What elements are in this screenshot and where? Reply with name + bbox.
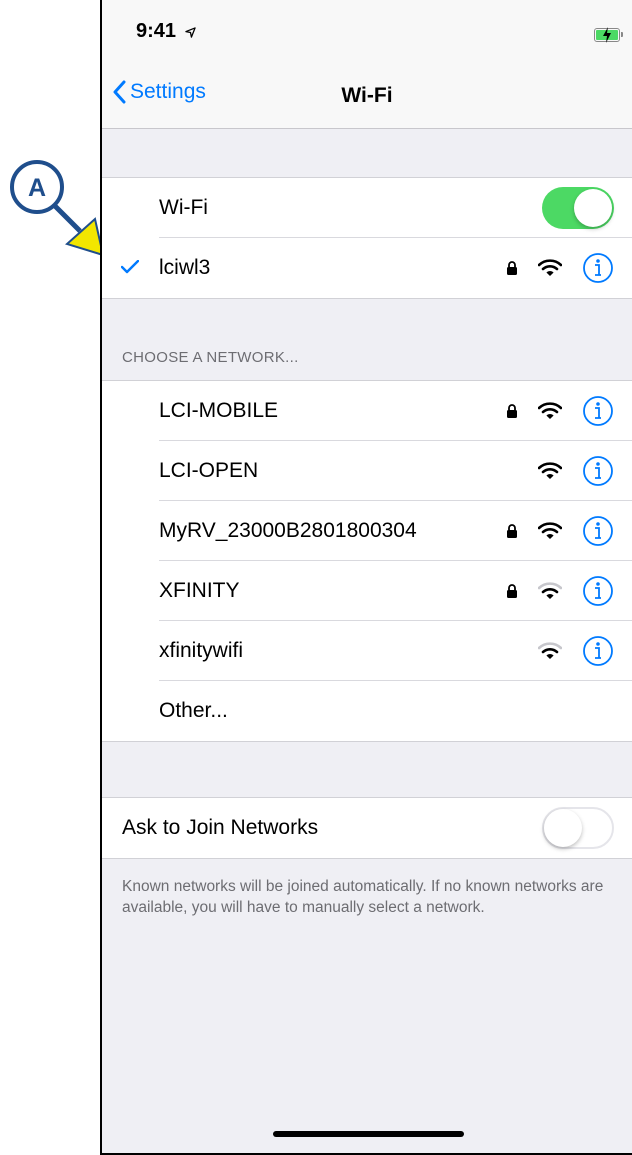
network-row[interactable]: LCI-OPEN	[102, 441, 632, 501]
footer-text: Known networks will be joined automatica…	[122, 878, 604, 916]
page-title: Wi-Fi	[341, 84, 393, 107]
network-row[interactable]: XFINITY	[102, 561, 632, 621]
connected-network-name: lciwl3	[159, 256, 211, 279]
home-indicator[interactable]	[273, 1131, 464, 1137]
phone-screen: 9:41 Settings Wi-Fi Wi-Fi lciwl3 CHOOSE …	[100, 0, 632, 1155]
battery-icon	[594, 27, 623, 43]
info-icon[interactable]	[582, 395, 614, 427]
navigation-bar: Settings Wi-Fi	[102, 66, 632, 129]
wifi-toggle-row: Wi-Fi	[102, 178, 632, 238]
ask-to-join-group: Ask to Join Networks	[102, 797, 632, 859]
section-header: CHOOSE A NETWORK...	[122, 349, 299, 366]
status-time: 9:41	[136, 20, 177, 42]
lock-icon	[507, 404, 517, 418]
location-arrow-icon	[185, 27, 196, 38]
ask-to-join-label: Ask to Join Networks	[122, 816, 319, 839]
lock-icon	[507, 524, 517, 538]
other-network-row[interactable]: Other...	[102, 681, 632, 741]
lock-icon	[507, 584, 517, 598]
network-name: LCI-OPEN	[159, 459, 259, 482]
network-list: LCI-MOBILE LCI-OPEN MyRV_23000B280180030…	[102, 380, 632, 742]
wifi-toggle[interactable]	[542, 187, 614, 229]
wifi-signal-icon	[538, 259, 562, 276]
wifi-signal-icon	[538, 522, 562, 539]
info-icon[interactable]	[582, 635, 614, 667]
annotation-label: A	[28, 174, 46, 202]
wifi-signal-icon	[538, 462, 562, 479]
network-name: xfinitywifi	[159, 639, 244, 662]
info-icon[interactable]	[582, 455, 614, 487]
network-name: XFINITY	[159, 579, 240, 602]
info-icon[interactable]	[582, 252, 614, 284]
network-name: LCI-MOBILE	[159, 399, 279, 422]
info-icon[interactable]	[582, 515, 614, 547]
wifi-toggle-label: Wi-Fi	[159, 196, 208, 219]
checkmark-icon	[121, 260, 139, 274]
ask-to-join-row: Ask to Join Networks	[102, 798, 632, 858]
annotation-callout: A	[10, 160, 105, 257]
ask-to-join-toggle[interactable]	[542, 807, 614, 849]
info-icon[interactable]	[582, 575, 614, 607]
network-row[interactable]: MyRV_23000B2801800304	[102, 501, 632, 561]
network-row[interactable]: xfinitywifi	[102, 621, 632, 681]
network-name: MyRV_23000B2801800304	[159, 519, 417, 542]
wifi-signal-weak-icon	[538, 582, 562, 599]
lock-icon	[507, 261, 517, 275]
status-bar: 9:41	[102, 0, 632, 66]
wifi-signal-icon	[538, 402, 562, 419]
other-network-label: Other...	[159, 699, 228, 722]
connected-network-row[interactable]: lciwl3	[102, 238, 632, 298]
wifi-group: Wi-Fi lciwl3	[102, 177, 632, 299]
network-row[interactable]: LCI-MOBILE	[102, 381, 632, 441]
wifi-signal-weak-icon	[538, 642, 562, 659]
